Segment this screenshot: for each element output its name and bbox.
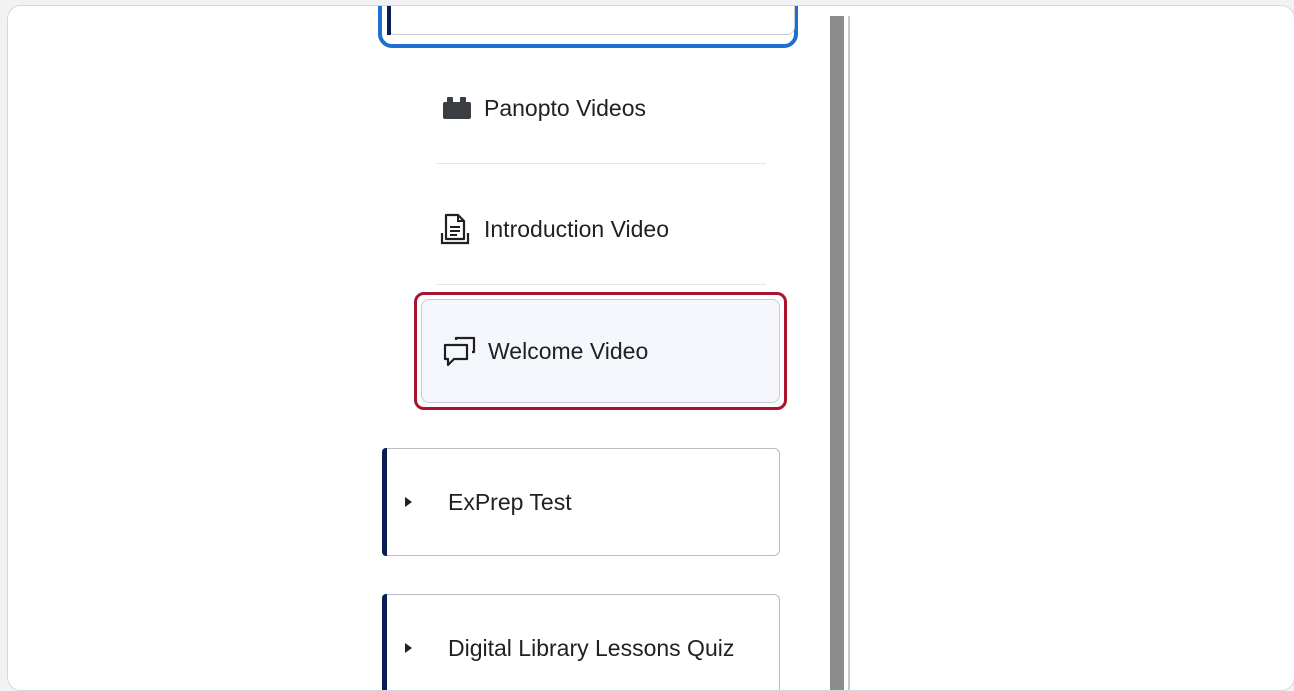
sidebar-item-panopto-videos[interactable]: Panopto Videos <box>440 92 646 124</box>
module-label: Digital Library Lessons Quiz <box>448 634 735 661</box>
module-accent-bar <box>382 448 387 556</box>
sidebar-item-label: Welcome Video <box>488 337 649 364</box>
document-icon <box>440 213 484 245</box>
discussion-icon <box>442 334 488 368</box>
module-exprep-test[interactable]: ExPrep Test <box>382 448 780 556</box>
scrollbar[interactable] <box>830 16 844 690</box>
sidebar-item-introduction-video[interactable]: Introduction Video <box>440 213 669 245</box>
lego-block-icon <box>440 92 484 124</box>
screenshot-frame: Panopto Videos Introduction Video Welcom… <box>7 5 1294 691</box>
module-label: ExPrep Test <box>448 488 572 515</box>
sidebar-item-label: Introduction Video <box>484 215 669 242</box>
sidebar-item-welcome-video-highlight[interactable]: Welcome Video <box>414 292 787 410</box>
divider <box>436 163 766 164</box>
focused-module-card[interactable] <box>378 6 798 48</box>
divider <box>436 284 766 285</box>
expand-triangle-icon[interactable] <box>405 497 412 507</box>
expand-triangle-icon[interactable] <box>405 643 412 653</box>
module-digital-library-lessons-quiz[interactable]: Digital Library Lessons Quiz <box>382 594 780 690</box>
sidebar-item-label: Panopto Videos <box>484 94 646 121</box>
module-accent-bar <box>382 594 387 690</box>
panel-divider <box>848 16 850 690</box>
sidebar-item-welcome-video[interactable]: Welcome Video <box>421 299 780 403</box>
